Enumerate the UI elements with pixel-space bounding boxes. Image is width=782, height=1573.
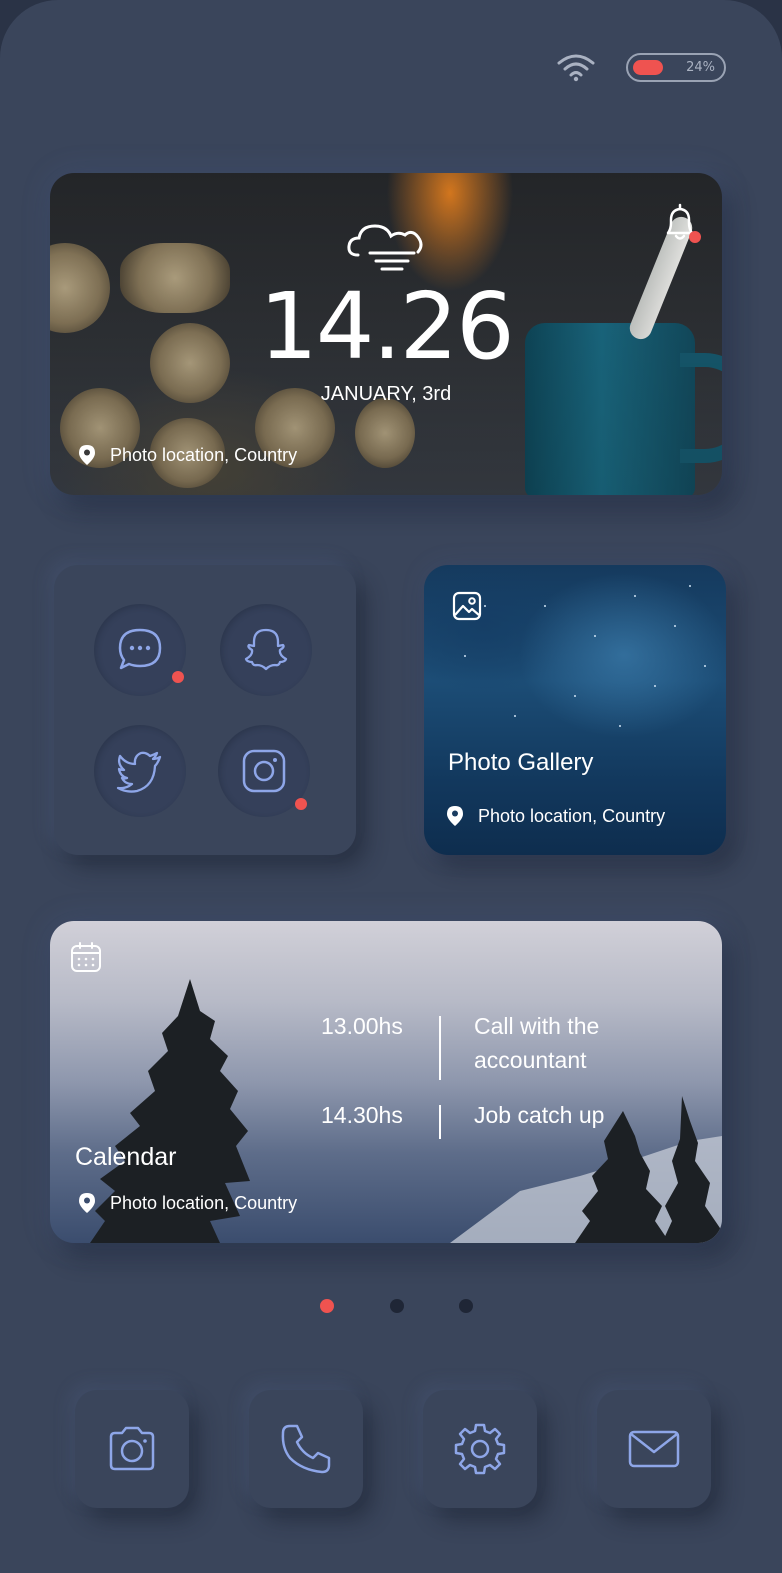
notification-dot [172, 671, 184, 683]
twitter-app-button[interactable] [94, 725, 186, 817]
cloud-wind-icon [347, 224, 423, 271]
photo-decoration [574, 695, 576, 697]
photo-decoration [464, 655, 466, 657]
event-divider [439, 1105, 441, 1139]
photo-gallery-widget[interactable]: Photo Gallery Photo location, Country [424, 565, 726, 855]
gear-icon [454, 1423, 506, 1475]
mail-icon [628, 1430, 680, 1468]
home-screen: 24% 14.26 JANUARY, 3rd Photo location, C… [0, 0, 782, 1573]
photo-location: Photo location, Country [446, 805, 665, 827]
photo-decoration [634, 595, 636, 597]
notification-dot [689, 231, 701, 243]
photo-decoration [514, 715, 516, 717]
photo-decoration [484, 605, 486, 607]
clock-time: 14.26 [259, 273, 514, 380]
photo-location: Photo location, Country [78, 444, 297, 466]
messages-app-button[interactable] [94, 604, 186, 696]
photo-decoration [594, 635, 596, 637]
location-pin-icon [79, 1193, 95, 1213]
phone-icon [281, 1424, 331, 1474]
photo-decoration [619, 725, 621, 727]
snapchat-ghost-icon [244, 628, 288, 671]
event-divider [439, 1016, 441, 1080]
photo-decoration [689, 585, 691, 587]
photo-decoration [674, 625, 676, 627]
event-title: Job catch up [474, 1102, 605, 1128]
wifi-icon [557, 54, 595, 82]
calendar-title: Calendar [75, 1143, 177, 1171]
chat-bubble-icon [118, 628, 162, 670]
camera-app-button[interactable] [75, 1390, 189, 1508]
phone-app-button[interactable] [249, 1390, 363, 1508]
photo-decoration [654, 685, 656, 687]
page-dot-1[interactable] [320, 1299, 334, 1313]
gallery-title: Photo Gallery [448, 749, 594, 776]
calendar-widget[interactable]: 13.00hs Call with the accountant 14.30hs… [50, 921, 722, 1243]
image-icon [452, 591, 482, 621]
event-title: accountant [474, 1047, 587, 1073]
location-pin-icon [79, 445, 95, 465]
location-text: Photo location, Country [478, 805, 666, 826]
mail-app-button[interactable] [597, 1390, 711, 1508]
social-apps-widget [54, 565, 356, 855]
location-text: Photo location, Country [110, 444, 298, 465]
clock-date: JANUARY, 3rd [320, 383, 452, 405]
settings-app-button[interactable] [423, 1390, 537, 1508]
event-title: Call with the [474, 1013, 600, 1039]
event-time: 14.30hs [321, 1102, 403, 1128]
photo-decoration [544, 605, 546, 607]
instagram-icon [242, 749, 286, 793]
location-pin-icon [447, 806, 463, 826]
calendar-icon [71, 942, 101, 972]
page-dot-2[interactable] [390, 1299, 404, 1313]
page-dot-3[interactable] [459, 1299, 473, 1313]
notification-dot [295, 798, 307, 810]
snapchat-app-button[interactable] [220, 604, 312, 696]
camera-icon [109, 1426, 155, 1471]
battery-percent: 24% [686, 60, 715, 75]
battery-level-fill [633, 60, 663, 75]
clock-weather-widget[interactable]: 14.26 JANUARY, 3rd Photo location, Count… [50, 173, 722, 495]
twitter-bird-icon [116, 751, 162, 793]
event-time: 13.00hs [321, 1013, 403, 1039]
photo-location: Photo location, Country [78, 1192, 297, 1214]
battery-indicator: 24% [626, 53, 726, 82]
location-text: Photo location, Country [110, 1192, 298, 1213]
photo-decoration [704, 665, 706, 667]
